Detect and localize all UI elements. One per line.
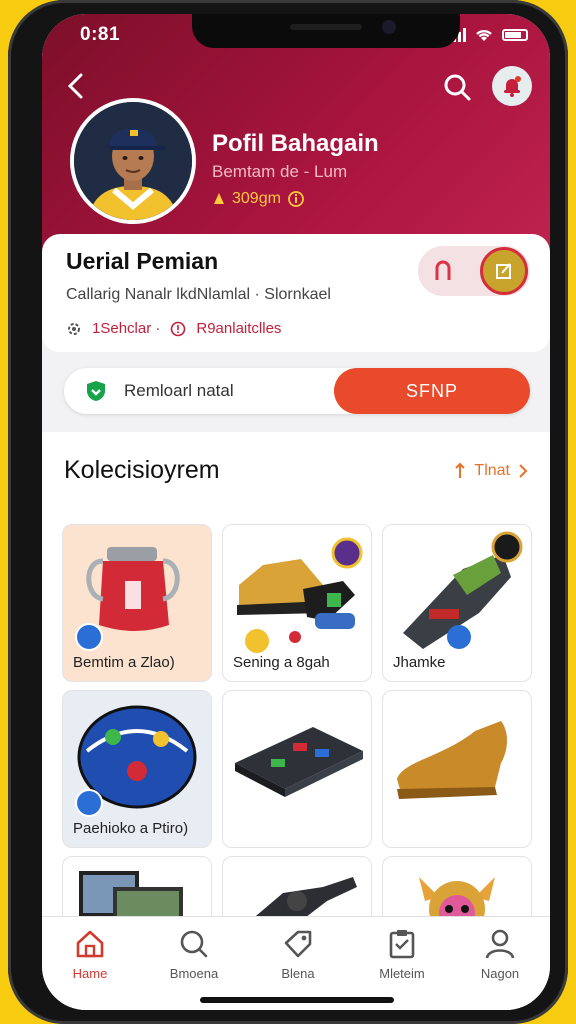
ring-icon bbox=[435, 260, 451, 280]
nav-search[interactable]: Bmoena bbox=[146, 929, 242, 983]
gear-icon bbox=[68, 322, 80, 335]
download-bar: Remloarl natal SFNP bbox=[64, 368, 530, 414]
download-label: Remloarl natal bbox=[124, 381, 234, 400]
status-icons bbox=[448, 28, 528, 42]
edit-icon bbox=[496, 263, 511, 279]
notch bbox=[192, 14, 460, 48]
nav-label: Blena bbox=[281, 966, 315, 981]
collection-item[interactable]: Jhamke bbox=[382, 524, 532, 682]
meta-left: 1Sehclar · bbox=[92, 320, 161, 337]
item-label: Bemtim a Zlao) bbox=[73, 654, 175, 671]
coin-icon bbox=[214, 193, 224, 204]
meta-right: R9anlaitclles bbox=[196, 320, 282, 337]
chevron-right-icon bbox=[519, 464, 528, 478]
profile-subtitle: Bemtam de - Lum bbox=[212, 162, 348, 181]
see-all-label: Tlnat bbox=[474, 462, 510, 479]
see-all-link[interactable]: Tlnat bbox=[454, 462, 528, 480]
search-icon bbox=[180, 930, 208, 958]
battery-icon bbox=[502, 29, 528, 41]
badge-icon bbox=[75, 623, 103, 651]
shield-icon bbox=[87, 381, 105, 401]
collection-header: Kolecisioyrem Tlnat bbox=[42, 432, 550, 512]
status-time: 0:81 bbox=[80, 24, 121, 45]
user-icon bbox=[485, 929, 515, 959]
clipboard-icon bbox=[389, 930, 415, 959]
item-label: Sening a 8gah bbox=[233, 654, 330, 671]
collection-item[interactable]: Sening a 8gah bbox=[222, 524, 372, 682]
info-title: Uerial Pemian bbox=[66, 248, 219, 274]
bell-icon bbox=[504, 76, 521, 97]
player-info-card: Uerial Pemian Callarig Nanalr lkdNlamlal… bbox=[42, 234, 550, 352]
profile-name: Pofil Bahagain bbox=[212, 130, 379, 157]
nav-label: Bmoena bbox=[169, 966, 219, 981]
chevron-left-icon bbox=[67, 73, 83, 99]
toggle-option-right[interactable] bbox=[480, 247, 528, 295]
avatar[interactable] bbox=[70, 98, 196, 224]
info-icon[interactable] bbox=[287, 190, 305, 208]
phone-frame: 0:81 Pofil Bahagain Bemtam de - Lum 309g… bbox=[8, 0, 568, 1024]
collection-title: Kolecisioyrem bbox=[64, 456, 220, 484]
collection-item[interactable] bbox=[222, 690, 372, 848]
back-button[interactable] bbox=[60, 70, 92, 102]
home-indicator[interactable] bbox=[200, 997, 394, 1003]
player-portrait-icon bbox=[74, 102, 192, 220]
notification-button[interactable] bbox=[492, 66, 532, 106]
nav-home[interactable]: Hame bbox=[42, 929, 138, 983]
collection-grid: Bemtim a Zlao) Sening a 8gah Jhamke Paeh… bbox=[42, 508, 550, 1010]
collection-item[interactable] bbox=[382, 690, 532, 848]
tag-icon bbox=[284, 930, 312, 958]
coin-balance: 309gm bbox=[212, 190, 305, 208]
coin-value: 309gm bbox=[232, 190, 281, 207]
nav-label: Nagon bbox=[480, 966, 520, 981]
sort-icon bbox=[455, 462, 466, 478]
shoe-icon bbox=[397, 721, 507, 799]
app-screen: 0:81 Pofil Bahagain Bemtam de - Lum 309g… bbox=[42, 14, 550, 1010]
wifi-icon bbox=[476, 29, 492, 41]
search-button[interactable] bbox=[440, 70, 474, 104]
item-label: Jhamke bbox=[393, 654, 446, 671]
nav-label: Mleteim bbox=[379, 966, 425, 981]
view-toggle[interactable] bbox=[418, 246, 530, 296]
game-board-icon bbox=[235, 727, 363, 797]
bottom-nav: Hame Bmoena Blena Mleteim Nagon bbox=[42, 916, 550, 1010]
collection-item[interactable]: Paehioko a Ptiro) bbox=[62, 690, 212, 848]
collection-item[interactable]: Bemtim a Zlao) bbox=[62, 524, 212, 682]
item-label: Paehioko a Ptiro) bbox=[73, 820, 189, 837]
info-meta: 1Sehclar · R9anlaitclles bbox=[66, 320, 281, 337]
nav-tasks[interactable]: Mleteim bbox=[354, 929, 450, 983]
home-icon bbox=[76, 930, 104, 958]
info-description: Callarig Nanalr lkdNlamlal · Slornkael bbox=[66, 286, 331, 303]
toggle-option-left[interactable] bbox=[426, 254, 460, 288]
download-button[interactable]: SFNP bbox=[334, 368, 530, 414]
nav-label: Hame bbox=[72, 966, 108, 981]
search-icon bbox=[444, 74, 471, 101]
nav-profile[interactable]: Nagon bbox=[452, 929, 548, 983]
badge-icon bbox=[75, 789, 103, 817]
alert-icon bbox=[171, 321, 186, 336]
nav-tags[interactable]: Blena bbox=[250, 929, 346, 983]
